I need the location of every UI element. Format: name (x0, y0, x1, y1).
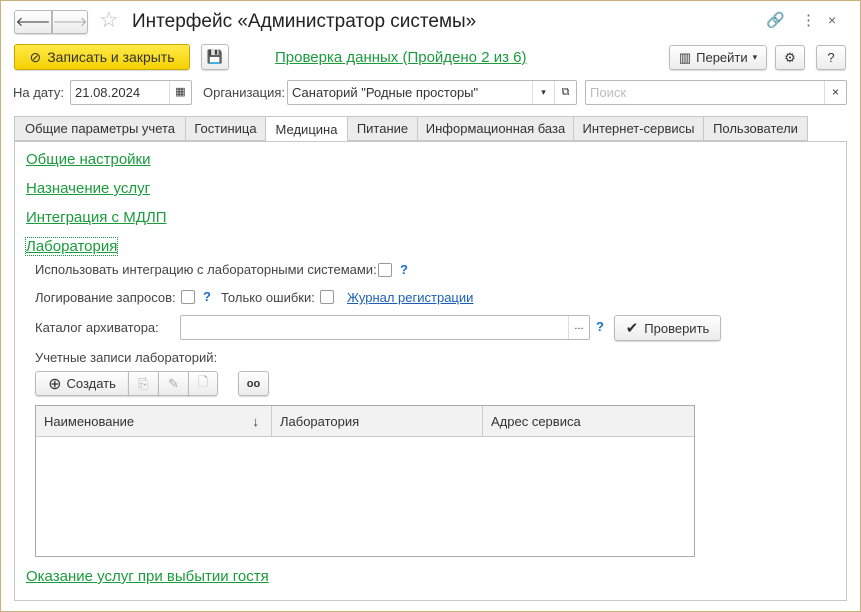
archiver-label: Каталог архиватора: (35, 320, 159, 335)
help-button[interactable]: ? (816, 45, 846, 70)
window-title: Интерфейс «Администратор системы» (132, 11, 477, 32)
create-label: Создать (66, 376, 116, 391)
search-input[interactable]: Поиск × (585, 80, 847, 105)
calendar-icon[interactable]: ▦ (169, 81, 191, 104)
org-field[interactable]: Санаторий "Родные просторы" ▾ ⧉ (287, 80, 577, 105)
goto-button[interactable]: ▥ Перейти ▾ (669, 45, 767, 70)
sort-icon: ↓ (252, 414, 260, 429)
date-label: На дату: (13, 85, 64, 100)
column-header-address[interactable]: Адрес сервиса (483, 406, 694, 436)
copy-icon[interactable]: ⎘ (128, 371, 159, 396)
tab-general[interactable]: Общие параметры учета (14, 116, 186, 141)
column-header-name[interactable]: Наименование ↓ (36, 406, 272, 436)
tab-internet[interactable]: Интернет-сервисы (573, 116, 704, 141)
check-button[interactable]: ✔ Проверить (614, 315, 721, 341)
errors-only-label: Только ошибки: (221, 290, 315, 305)
close-icon[interactable]: × (828, 12, 836, 28)
accounts-table[interactable]: Наименование ↓ Лаборатория Адрес сервиса (35, 405, 695, 557)
departure-services-link[interactable]: Оказание услуг при выбытии гостя (26, 568, 269, 585)
org-value: Санаторий "Родные просторы" (292, 85, 479, 100)
plus-circle-icon: ⊕ (48, 375, 62, 393)
org-label: Организация: (203, 85, 286, 100)
tab-hotel[interactable]: Гостиница (185, 116, 266, 141)
dropdown-icon: ▾ (752, 52, 758, 62)
services-link[interactable]: Назначение услуг (26, 180, 150, 197)
glasses-icon[interactable]: oo (238, 371, 269, 396)
edit-icon[interactable]: ✎ (158, 371, 189, 396)
column-name-label: Наименование (44, 414, 135, 429)
star-icon[interactable]: ☆ (99, 7, 119, 33)
back-button[interactable]: 🡐 (14, 10, 52, 34)
forward-button[interactable]: 🡒 (52, 10, 88, 34)
gear-icon[interactable]: ⚙ (775, 45, 805, 70)
tab-infobase[interactable]: Информационная база (417, 116, 574, 141)
general-settings-link[interactable]: Общие настройки (26, 151, 151, 168)
checkmark-icon: ✔ (625, 320, 639, 337)
columns-icon: ▥ (678, 49, 692, 65)
column-header-lab[interactable]: Лаборатория (272, 406, 483, 436)
use-integration-label: Использовать интеграцию с лабораторными … (35, 262, 377, 277)
more-icon[interactable]: ⋮ (801, 11, 816, 29)
tab-users[interactable]: Пользователи (703, 116, 808, 141)
dropdown-icon[interactable]: ▾ (532, 81, 554, 104)
help-icon[interactable]: ? (400, 262, 408, 277)
delete-icon[interactable]: 🗋 (188, 371, 218, 396)
clear-icon[interactable]: × (824, 81, 846, 104)
help-icon[interactable]: ? (596, 319, 604, 334)
accounts-label: Учетные записи лабораторий: (35, 350, 218, 365)
use-integration-checkbox[interactable] (378, 263, 392, 277)
check-data-link[interactable]: Проверка данных (Пройдено 2 из 6) (275, 49, 526, 66)
goto-label: Перейти (696, 50, 748, 65)
help-icon[interactable]: ? (203, 289, 211, 304)
check-circle-icon: ⊘ (29, 48, 42, 65)
logging-label: Логирование запросов: (35, 290, 176, 305)
save-icon[interactable]: 💾 (201, 44, 229, 70)
tab-medicine[interactable]: Медицина (265, 116, 348, 142)
link-icon[interactable]: 🔗 (766, 11, 785, 29)
tab-food[interactable]: Питание (347, 116, 418, 141)
window: 🡐 🡒 ☆ Интерфейс «Администратор системы» … (0, 0, 861, 612)
date-field[interactable]: 21.08.2024 ▦ (70, 80, 192, 105)
mdlp-link[interactable]: Интеграция с МДЛП (26, 209, 166, 226)
errors-only-checkbox[interactable] (320, 290, 334, 304)
open-icon[interactable]: ⧉ (554, 81, 576, 104)
search-placeholder: Поиск (590, 85, 627, 100)
save-close-label: Записать и закрыть (47, 49, 175, 65)
lab-link[interactable]: Лаборатория (24, 237, 119, 256)
save-close-button[interactable]: ⊘ Записать и закрыть (14, 44, 190, 70)
check-label: Проверить (644, 320, 710, 336)
journal-link[interactable]: Журнал регистрации (347, 290, 473, 305)
create-button[interactable]: ⊕ Создать (35, 371, 129, 396)
date-value: 21.08.2024 (75, 85, 141, 100)
archiver-field[interactable]: ... (180, 315, 590, 340)
logging-checkbox[interactable] (181, 290, 195, 304)
select-button[interactable]: ... (568, 316, 589, 339)
